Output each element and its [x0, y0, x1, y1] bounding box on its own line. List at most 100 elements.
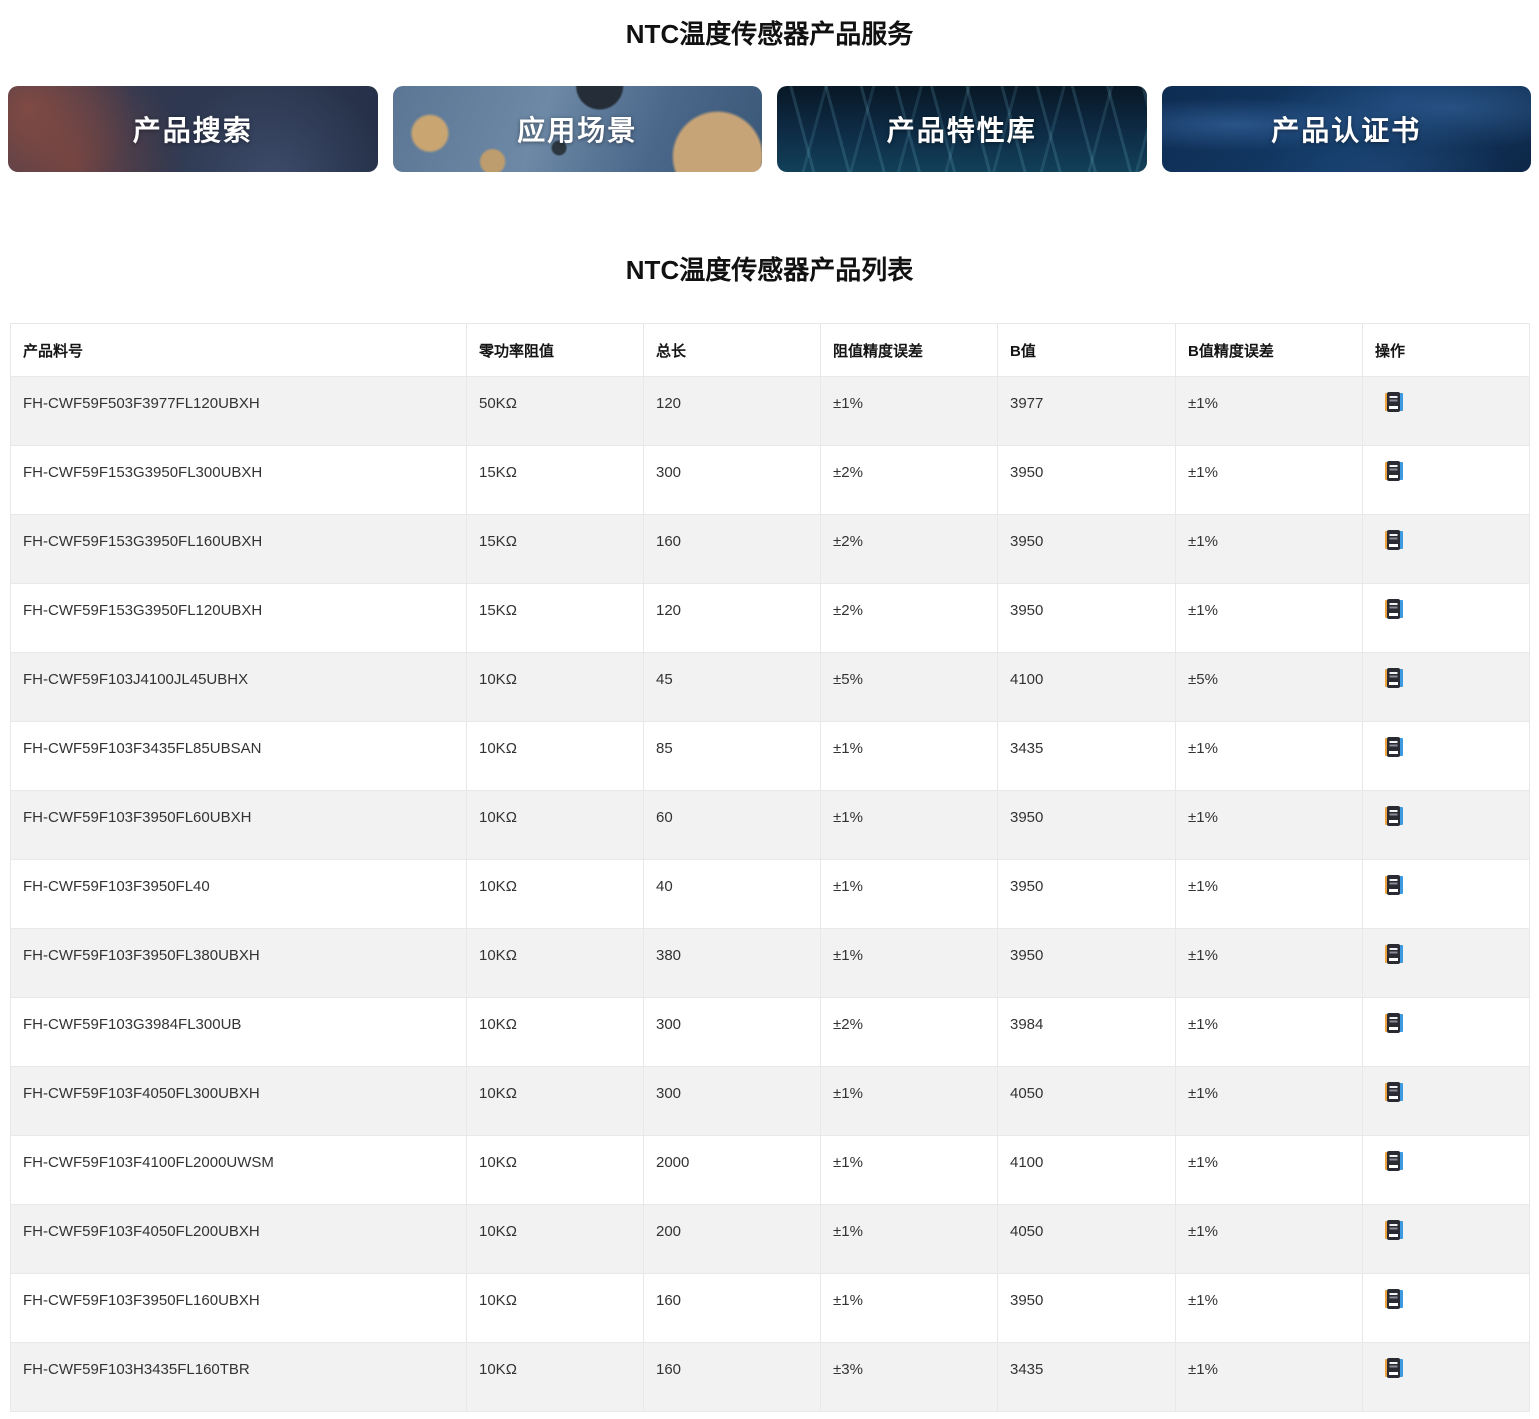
cell-resistance-tolerance: ±1%: [821, 791, 998, 860]
cell-length: 300: [644, 446, 821, 515]
banner-application-scenes[interactable]: 应用场景: [393, 86, 763, 172]
cell-length: 160: [644, 515, 821, 584]
cell-b-value: 4050: [998, 1205, 1176, 1274]
cell-resistance: 50KΩ: [467, 377, 644, 446]
cell-resistance: 10KΩ: [467, 1343, 644, 1412]
cell-action: [1363, 584, 1530, 653]
table-row: FH-CWF59F103F3950FL160UBXH10KΩ160±1%3950…: [11, 1274, 1530, 1343]
cell-resistance: 10KΩ: [467, 791, 644, 860]
cell-resistance: 10KΩ: [467, 1067, 644, 1136]
product-table-wrap: 产品料号零功率阻值总长阻值精度误差B值B值精度误差操作 FH-CWF59F503…: [10, 323, 1529, 1412]
cell-b-value: 4100: [998, 653, 1176, 722]
page-title: NTC温度传感器产品服务: [0, 0, 1539, 54]
banner-feature-library[interactable]: 产品特性库: [777, 86, 1147, 172]
book-icon-svg: [1385, 392, 1403, 412]
book-icon-svg: [1385, 1220, 1403, 1240]
cell-length: 160: [644, 1343, 821, 1412]
cell-b-tolerance: ±1%: [1176, 1205, 1363, 1274]
column-header: 零功率阻值: [467, 324, 644, 377]
cell-action: [1363, 653, 1530, 722]
cell-length: 2000: [644, 1136, 821, 1205]
cell-b-tolerance: ±1%: [1176, 446, 1363, 515]
banner-label: 产品搜索: [133, 109, 253, 149]
cell-b-tolerance: ±1%: [1176, 377, 1363, 446]
cell-b-tolerance: ±1%: [1176, 1136, 1363, 1205]
datasheet-book-icon[interactable]: [1385, 668, 1403, 688]
column-header: 阻值精度误差: [821, 324, 998, 377]
cell-resistance: 10KΩ: [467, 722, 644, 791]
cell-part-number: FH-CWF59F103F3950FL60UBXH: [11, 791, 467, 860]
book-icon-svg: [1385, 1358, 1403, 1378]
cell-action: [1363, 1205, 1530, 1274]
cell-resistance: 10KΩ: [467, 860, 644, 929]
cell-length: 85: [644, 722, 821, 791]
table-row: FH-CWF59F103F3950FL380UBXH10KΩ380±1%3950…: [11, 929, 1530, 998]
cell-b-value: 3950: [998, 584, 1176, 653]
column-header: 产品料号: [11, 324, 467, 377]
cell-resistance: 10KΩ: [467, 1136, 644, 1205]
table-row: FH-CWF59F153G3950FL120UBXH15KΩ120±2%3950…: [11, 584, 1530, 653]
datasheet-book-icon[interactable]: [1385, 392, 1403, 412]
column-header: B值: [998, 324, 1176, 377]
datasheet-book-icon[interactable]: [1385, 737, 1403, 757]
column-header: 总长: [644, 324, 821, 377]
table-row: FH-CWF59F503F3977FL120UBXH50KΩ120 ±1%3977…: [11, 377, 1530, 446]
book-icon-svg: [1385, 944, 1403, 964]
cell-part-number: FH-CWF59F153G3950FL160UBXH: [11, 515, 467, 584]
cell-length: 300: [644, 1067, 821, 1136]
datasheet-book-icon[interactable]: [1385, 1151, 1403, 1171]
cell-resistance: 10KΩ: [467, 929, 644, 998]
cell-length: 300: [644, 998, 821, 1067]
datasheet-book-icon[interactable]: [1385, 461, 1403, 481]
cell-b-tolerance: ±1%: [1176, 791, 1363, 860]
cell-resistance-tolerance: ±2%: [821, 998, 998, 1067]
datasheet-book-icon[interactable]: [1385, 875, 1403, 895]
banner-certificates[interactable]: 产品认证书: [1162, 86, 1532, 172]
cell-b-tolerance: ±1%: [1176, 1343, 1363, 1412]
datasheet-book-icon[interactable]: [1385, 1220, 1403, 1240]
cell-b-value: 3950: [998, 791, 1176, 860]
cell-action: [1363, 929, 1530, 998]
cell-length: 200: [644, 1205, 821, 1274]
table-row: FH-CWF59F103F4100FL2000UWSM10KΩ2000±1%41…: [11, 1136, 1530, 1205]
cell-part-number: FH-CWF59F153G3950FL120UBXH: [11, 584, 467, 653]
datasheet-book-icon[interactable]: [1385, 944, 1403, 964]
cell-length: 60: [644, 791, 821, 860]
datasheet-book-icon[interactable]: [1385, 1082, 1403, 1102]
datasheet-book-icon[interactable]: [1385, 1358, 1403, 1378]
cell-action: [1363, 515, 1530, 584]
cell-b-value: 3984: [998, 998, 1176, 1067]
cell-resistance: 10KΩ: [467, 998, 644, 1067]
cell-b-value: 3977: [998, 377, 1176, 446]
book-icon-svg: [1385, 1082, 1403, 1102]
cell-resistance-tolerance: ±2%: [821, 515, 998, 584]
cell-b-tolerance: ±1%: [1176, 1274, 1363, 1343]
cell-b-value: 3950: [998, 860, 1176, 929]
book-icon-svg: [1385, 668, 1403, 688]
cell-length: 120: [644, 377, 821, 446]
cell-part-number: FH-CWF59F503F3977FL120UBXH: [11, 377, 467, 446]
cell-action: [1363, 1136, 1530, 1205]
cell-b-value: 3950: [998, 1274, 1176, 1343]
cell-b-tolerance: ±1%: [1176, 998, 1363, 1067]
cell-resistance-tolerance: ±1%: [821, 1274, 998, 1343]
cell-b-tolerance: ±1%: [1176, 515, 1363, 584]
datasheet-book-icon[interactable]: [1385, 599, 1403, 619]
datasheet-book-icon[interactable]: [1385, 530, 1403, 550]
cell-b-tolerance: ±1%: [1176, 860, 1363, 929]
datasheet-book-icon[interactable]: [1385, 1013, 1403, 1033]
cell-resistance-tolerance: ±3%: [821, 1343, 998, 1412]
banner-product-search[interactable]: 产品搜索: [8, 86, 378, 172]
cell-resistance-tolerance: ±1%: [821, 860, 998, 929]
cell-resistance-tolerance: ±1%: [821, 722, 998, 791]
cell-action: [1363, 1067, 1530, 1136]
cell-part-number: FH-CWF59F103H3435FL160TBR: [11, 1343, 467, 1412]
cell-action: [1363, 446, 1530, 515]
datasheet-book-icon[interactable]: [1385, 806, 1403, 826]
page: NTC温度传感器产品服务 产品搜索应用场景产品特性库产品认证书 NTC温度传感器…: [0, 0, 1539, 1412]
cell-resistance-tolerance: ±1%: [821, 1205, 998, 1274]
datasheet-book-icon[interactable]: [1385, 1289, 1403, 1309]
cell-part-number: FH-CWF59F103F3950FL380UBXH: [11, 929, 467, 998]
cell-resistance-tolerance: ±5%: [821, 653, 998, 722]
cell-b-value: 4050: [998, 1067, 1176, 1136]
